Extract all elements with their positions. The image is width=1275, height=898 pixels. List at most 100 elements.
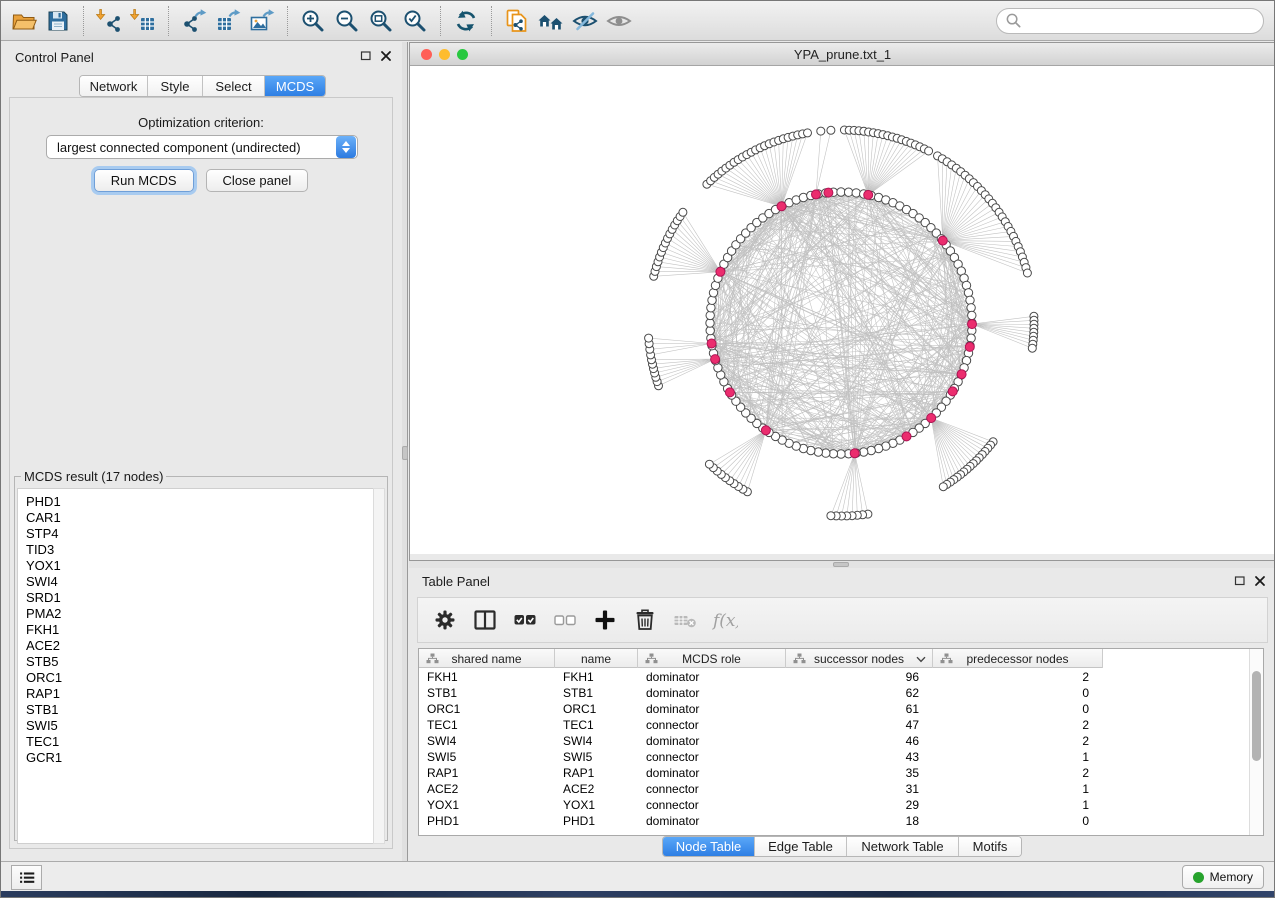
table-row[interactable]: YOX1YOX1connector291 <box>419 797 1263 813</box>
mcds-result-node[interactable]: FKH1 <box>26 622 374 638</box>
column-header-successor-nodes[interactable]: successor nodes <box>786 649 933 668</box>
export-table-button[interactable] <box>211 5 245 37</box>
tab-select[interactable]: Select <box>203 76 265 96</box>
select-all-button[interactable] <box>512 607 538 633</box>
cell-name: SWI4 <box>555 733 638 749</box>
mcds-result-node[interactable]: STB1 <box>26 702 374 718</box>
column-header-MCDS-role[interactable]: MCDS role <box>638 649 786 668</box>
fx-icon: f(x) <box>712 607 738 633</box>
mcds-result-node[interactable]: RAP1 <box>26 686 374 702</box>
tab-mcds[interactable]: MCDS <box>265 76 325 96</box>
cell-successor-nodes: 35 <box>786 765 933 781</box>
horizontal-splitter[interactable] <box>409 561 1275 568</box>
control-panel-header: Control Panel <box>1 42 402 70</box>
show-all-button[interactable] <box>602 5 636 37</box>
export-network-button[interactable] <box>177 5 211 37</box>
table-row[interactable]: TEC1TEC1connector472 <box>419 717 1263 733</box>
run-mcds-button[interactable]: Run MCDS <box>94 169 194 192</box>
mcds-result-node[interactable]: STB5 <box>26 654 374 670</box>
tab-node-table[interactable]: Node Table <box>663 837 755 856</box>
add-column-button[interactable] <box>592 607 618 633</box>
mcds-result-scrollbar[interactable] <box>373 488 385 844</box>
cell-shared-name: ORC1 <box>419 701 555 717</box>
close-panel-icon[interactable] <box>380 50 392 62</box>
criterion-select[interactable]: largest connected component (undirected) <box>46 135 358 159</box>
mcds-result-node[interactable]: ACE2 <box>26 638 374 654</box>
mcds-result-node[interactable]: TID3 <box>26 542 374 558</box>
toolbar-separator <box>168 6 169 36</box>
tab-network-table[interactable]: Network Table <box>847 837 959 856</box>
split-columns-button[interactable] <box>472 607 498 633</box>
cell-name: ACE2 <box>555 781 638 797</box>
duplicate-network-button[interactable] <box>500 5 534 37</box>
open-folder-button[interactable] <box>7 5 41 37</box>
vertical-splitter-handle[interactable] <box>402 446 408 460</box>
save-button[interactable] <box>41 5 75 37</box>
network-canvas[interactable] <box>410 66 1275 554</box>
mcds-result-node[interactable]: GCR1 <box>26 750 374 766</box>
network-graph[interactable] <box>410 66 1275 554</box>
column-header-predecessor-nodes[interactable]: predecessor nodes <box>933 649 1103 668</box>
show-panels-button[interactable] <box>11 865 42 890</box>
vertical-splitter[interactable] <box>402 42 408 861</box>
column-header-shared-name[interactable]: shared name <box>419 649 555 668</box>
cell-shared-name: FKH1 <box>419 669 555 685</box>
search-input[interactable] <box>1026 13 1255 28</box>
column-header-name[interactable]: name <box>555 649 638 668</box>
import-network-button[interactable] <box>92 5 126 37</box>
mcds-result-node[interactable]: ORC1 <box>26 670 374 686</box>
network-window-titlebar[interactable]: YPA_prune.txt_1 <box>410 43 1275 66</box>
table-row[interactable]: RAP1RAP1dominator352 <box>419 765 1263 781</box>
table-row[interactable]: STB1STB1dominator620 <box>419 685 1263 701</box>
close-panel-button[interactable]: Close panel <box>206 169 309 192</box>
table-scrollbar[interactable] <box>1249 649 1263 835</box>
cell-name: RAP1 <box>555 765 638 781</box>
mcds-result-node[interactable]: YOX1 <box>26 558 374 574</box>
horizontal-splitter-handle[interactable] <box>833 562 849 567</box>
table-row[interactable]: ACE2ACE2connector311 <box>419 781 1263 797</box>
table-row[interactable]: FKH1FKH1dominator962 <box>419 669 1263 685</box>
mcds-result-node[interactable]: STP4 <box>26 526 374 542</box>
tab-motifs[interactable]: Motifs <box>959 837 1021 856</box>
tab-edge-table[interactable]: Edge Table <box>755 837 847 856</box>
float-panel-icon[interactable] <box>1234 575 1246 587</box>
hide-selected-button[interactable] <box>568 5 602 37</box>
search-box[interactable] <box>996 8 1264 34</box>
first-neighbors-button[interactable] <box>534 5 568 37</box>
mcds-result-node[interactable]: SWI5 <box>26 718 374 734</box>
deselect-all-button[interactable] <box>552 607 578 633</box>
close-panel-icon[interactable] <box>1254 575 1266 587</box>
tab-style[interactable]: Style <box>148 76 203 96</box>
zoom-out-icon <box>334 8 360 34</box>
mcds-result-node[interactable]: PHD1 <box>26 494 374 510</box>
zoom-fit-button[interactable] <box>364 5 398 37</box>
main-area: Control Panel NetworkStyleSelectMCDS Opt… <box>1 42 1275 861</box>
memory-label: Memory <box>1210 870 1253 884</box>
zoom-out-button[interactable] <box>330 5 364 37</box>
delete-column-button[interactable] <box>632 607 658 633</box>
table-row[interactable]: PHD1PHD1dominator180 <box>419 813 1263 829</box>
float-panel-icon[interactable] <box>360 50 372 62</box>
gear-button[interactable] <box>432 607 458 633</box>
mcds-result-node[interactable]: TEC1 <box>26 734 374 750</box>
zoom-in-button[interactable] <box>296 5 330 37</box>
mcds-result-list[interactable]: PHD1CAR1STP4TID3YOX1SWI4SRD1PMA2FKH1ACE2… <box>17 488 375 844</box>
mcds-result-node[interactable]: SRD1 <box>26 590 374 606</box>
cell-shared-name: STB1 <box>419 685 555 701</box>
criterion-label: Optimization criterion: <box>10 115 392 130</box>
cell-predecessor-nodes: 1 <box>933 781 1103 797</box>
table-scrollbar-thumb[interactable] <box>1252 671 1261 761</box>
tab-network[interactable]: Network <box>80 76 148 96</box>
node-table: shared namenameMCDS rolesuccessor nodesp… <box>418 648 1264 836</box>
export-image-button[interactable] <box>245 5 279 37</box>
refresh-button[interactable] <box>449 5 483 37</box>
mcds-result-node[interactable]: PMA2 <box>26 606 374 622</box>
zoom-selected-button[interactable] <box>398 5 432 37</box>
table-row[interactable]: SWI4SWI4dominator462 <box>419 733 1263 749</box>
mcds-result-node[interactable]: CAR1 <box>26 510 374 526</box>
table-row[interactable]: ORC1ORC1dominator610 <box>419 701 1263 717</box>
memory-button[interactable]: Memory <box>1182 865 1264 889</box>
table-row[interactable]: SWI5SWI5connector431 <box>419 749 1263 765</box>
mcds-result-node[interactable]: SWI4 <box>26 574 374 590</box>
import-table-button[interactable] <box>126 5 160 37</box>
